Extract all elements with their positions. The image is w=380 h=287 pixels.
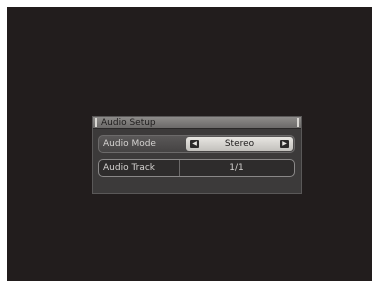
- dialog-title: Audio Setup: [101, 118, 156, 128]
- title-bar-right-cap: [297, 118, 299, 127]
- dialog-title-bar: Audio Setup: [93, 117, 301, 129]
- audio-track-value: 1/1: [229, 163, 244, 173]
- tv-screen: Audio Setup Audio Mode ◀ Stereo ▶ Audio …: [7, 7, 372, 281]
- title-bar-left-cap: [95, 118, 97, 127]
- triangle-right-icon[interactable]: ▶: [280, 140, 289, 148]
- setting-row-audio-track[interactable]: Audio Track 1/1: [98, 159, 295, 177]
- audio-mode-value: Stereo: [224, 139, 255, 149]
- audio-setup-dialog: Audio Setup Audio Mode ◀ Stereo ▶ Audio …: [92, 116, 302, 194]
- setting-label-audio-mode: Audio Mode: [103, 139, 156, 149]
- setting-row-audio-mode[interactable]: Audio Mode ◀ Stereo ▶: [98, 135, 295, 153]
- setting-label-audio-track: Audio Track: [103, 163, 155, 173]
- audio-mode-selector[interactable]: ◀ Stereo ▶: [186, 137, 293, 151]
